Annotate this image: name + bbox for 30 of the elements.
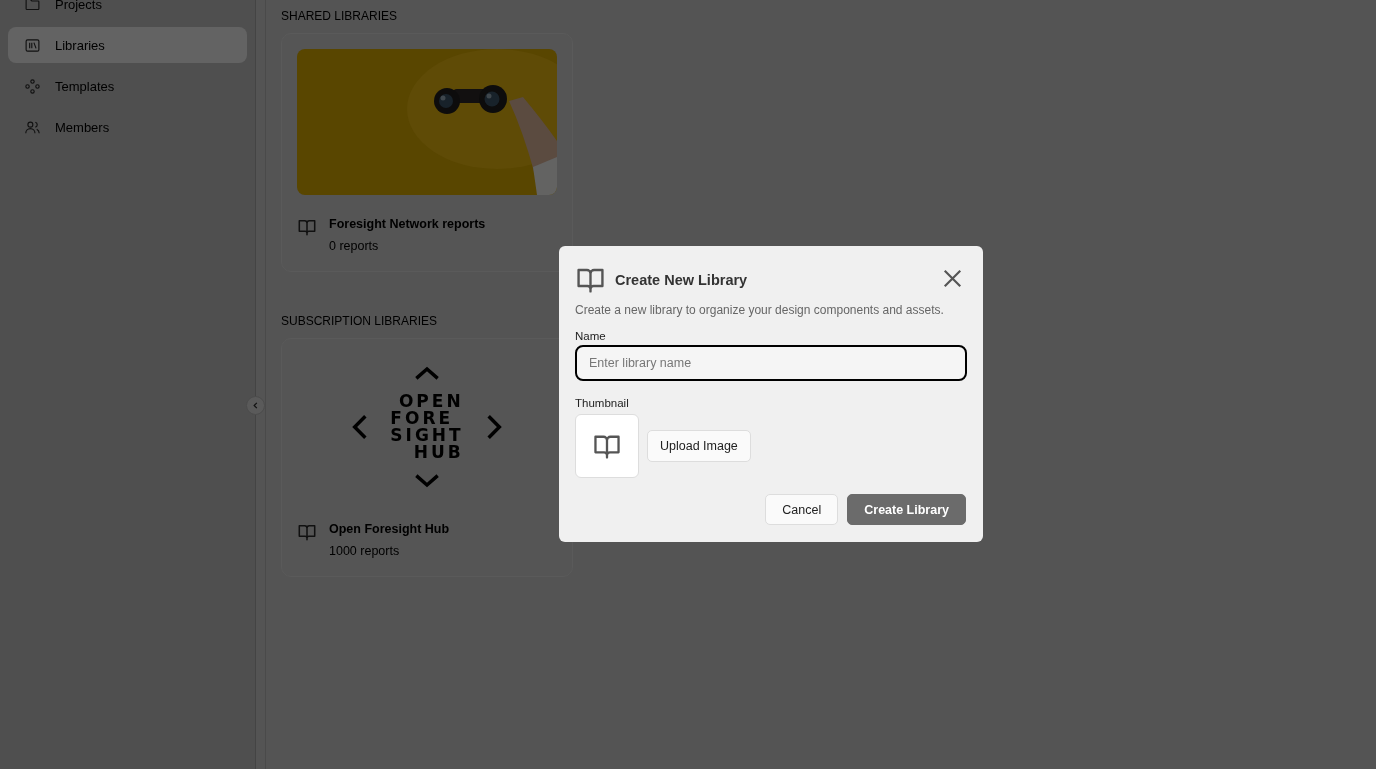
book-icon <box>297 217 317 237</box>
dialog-title: Create New Library <box>615 271 749 288</box>
library-icon <box>24 36 41 54</box>
field-label: Name <box>575 330 607 342</box>
folder-icon <box>24 0 41 13</box>
cancel-button[interactable]: Cancel <box>765 494 839 525</box>
library-title: Open Foresight Hub <box>329 522 450 536</box>
logo-text: FORE <box>390 410 455 427</box>
chevron-left-icon <box>251 401 260 410</box>
library-card[interactable]: OPEN FORE SIGHT HUB Open Foresight Hub 1000 reports <box>281 338 573 577</box>
section-heading: SUBSCRIPTION LIBRARIES <box>281 314 438 328</box>
logo-text: HUB <box>413 444 464 461</box>
report-count: 0 reports <box>329 239 380 253</box>
sidebar-item[interactable]: Templates <box>8 68 247 104</box>
library-title: Foresight Network reports <box>329 217 486 231</box>
sidebar-item[interactable]: Members <box>8 109 247 145</box>
field-label: Thumbnail <box>575 397 630 409</box>
report-count: 1000 reports <box>329 544 401 558</box>
input-field[interactable]: Enter library name <box>575 345 967 381</box>
upload-button[interactable]: Upload Image <box>647 430 751 462</box>
sidebar-item[interactable]: Projects <box>8 0 247 22</box>
dialog-description: Create a new library to organize your design components and assets. <box>575 302 945 319</box>
section-heading: SHARED LIBRARIES <box>281 9 398 23</box>
library-card[interactable]: Foresight Network reports 0 reports <box>281 33 573 272</box>
create-button[interactable]: Create Library <box>847 494 966 525</box>
logo-text: OPEN <box>398 393 464 410</box>
logo-text: SIGHT <box>390 427 464 444</box>
components-icon <box>24 77 41 95</box>
book-icon <box>297 522 317 542</box>
sidebar-item[interactable]: Libraries <box>8 27 247 63</box>
